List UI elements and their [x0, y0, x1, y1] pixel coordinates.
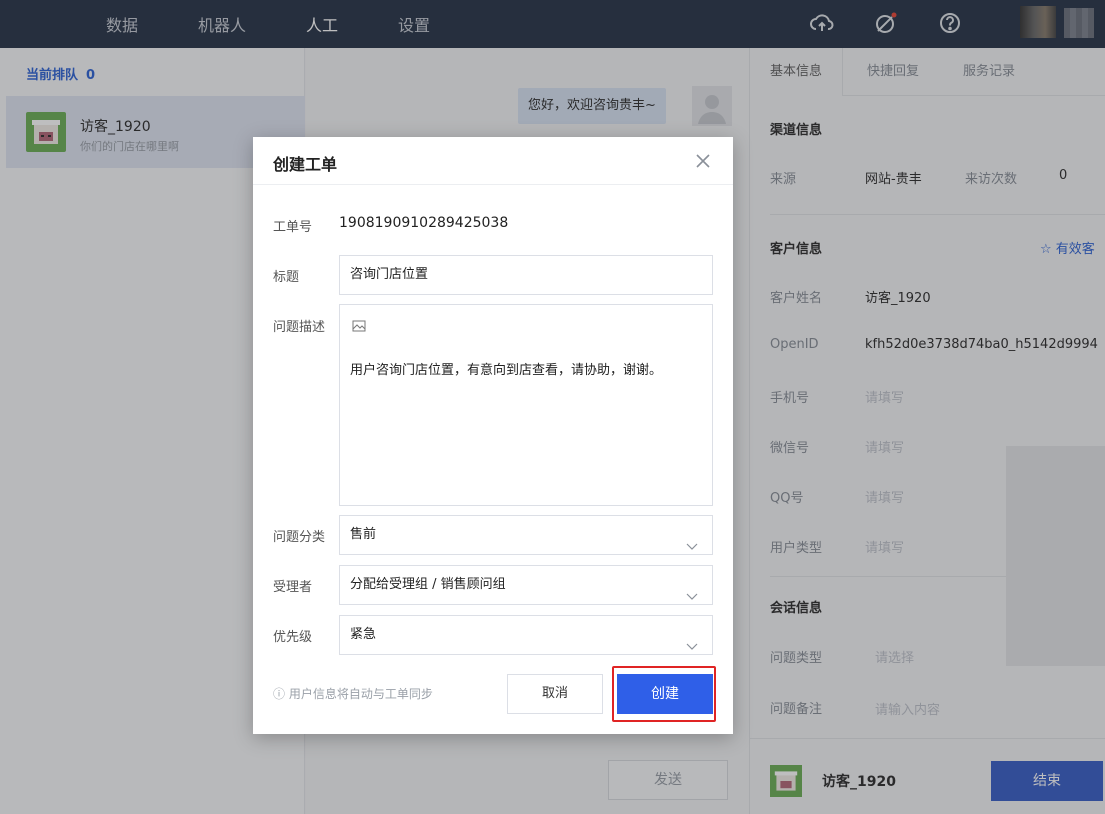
priority-label: 优先级 [273, 630, 313, 645]
dialog-header: 创建工单 [253, 137, 733, 185]
priority-value: 紧急 [350, 627, 377, 642]
assignee-select[interactable]: 分配给受理组 / 销售顾问组 [339, 565, 713, 605]
create-ticket-dialog: 创建工单 工单号 1908190910289425038 标题 咨询门店位置 问… [253, 137, 733, 734]
category-value: 售前 [350, 527, 377, 542]
chevron-down-icon [686, 580, 698, 600]
priority-select[interactable]: 紧急 [339, 615, 713, 655]
description-textarea[interactable]: 用户咨询门店位置，有意向到店查看，请协助，谢谢。 [339, 304, 713, 506]
assignee-label: 受理者 [273, 580, 313, 595]
dialog-title: 创建工单 [273, 155, 338, 174]
close-icon[interactable] [693, 151, 713, 171]
info-icon: ⓘ [273, 687, 286, 701]
ticket-number-label: 工单号 [273, 220, 313, 235]
chevron-down-icon [686, 630, 698, 650]
assignee-value: 分配给受理组 / 销售顾问组 [350, 577, 506, 592]
category-label: 问题分类 [273, 530, 326, 545]
description-label: 问题描述 [273, 320, 326, 335]
subject-label: 标题 [273, 270, 300, 285]
sync-hint: ⓘ 用户信息将自动与工单同步 [273, 685, 433, 702]
ticket-number-value: 1908190910289425038 [339, 215, 509, 231]
cancel-button[interactable]: 取消 [507, 674, 603, 714]
create-button[interactable]: 创建 [617, 674, 713, 714]
category-select[interactable]: 售前 [339, 515, 713, 555]
sync-hint-text: 用户信息将自动与工单同步 [288, 687, 433, 701]
description-text: 用户咨询门店位置，有意向到店查看，请协助，谢谢。 [350, 363, 663, 378]
chevron-down-icon [686, 530, 698, 550]
subject-input[interactable]: 咨询门店位置 [339, 255, 713, 295]
image-insert-icon[interactable] [352, 319, 366, 333]
